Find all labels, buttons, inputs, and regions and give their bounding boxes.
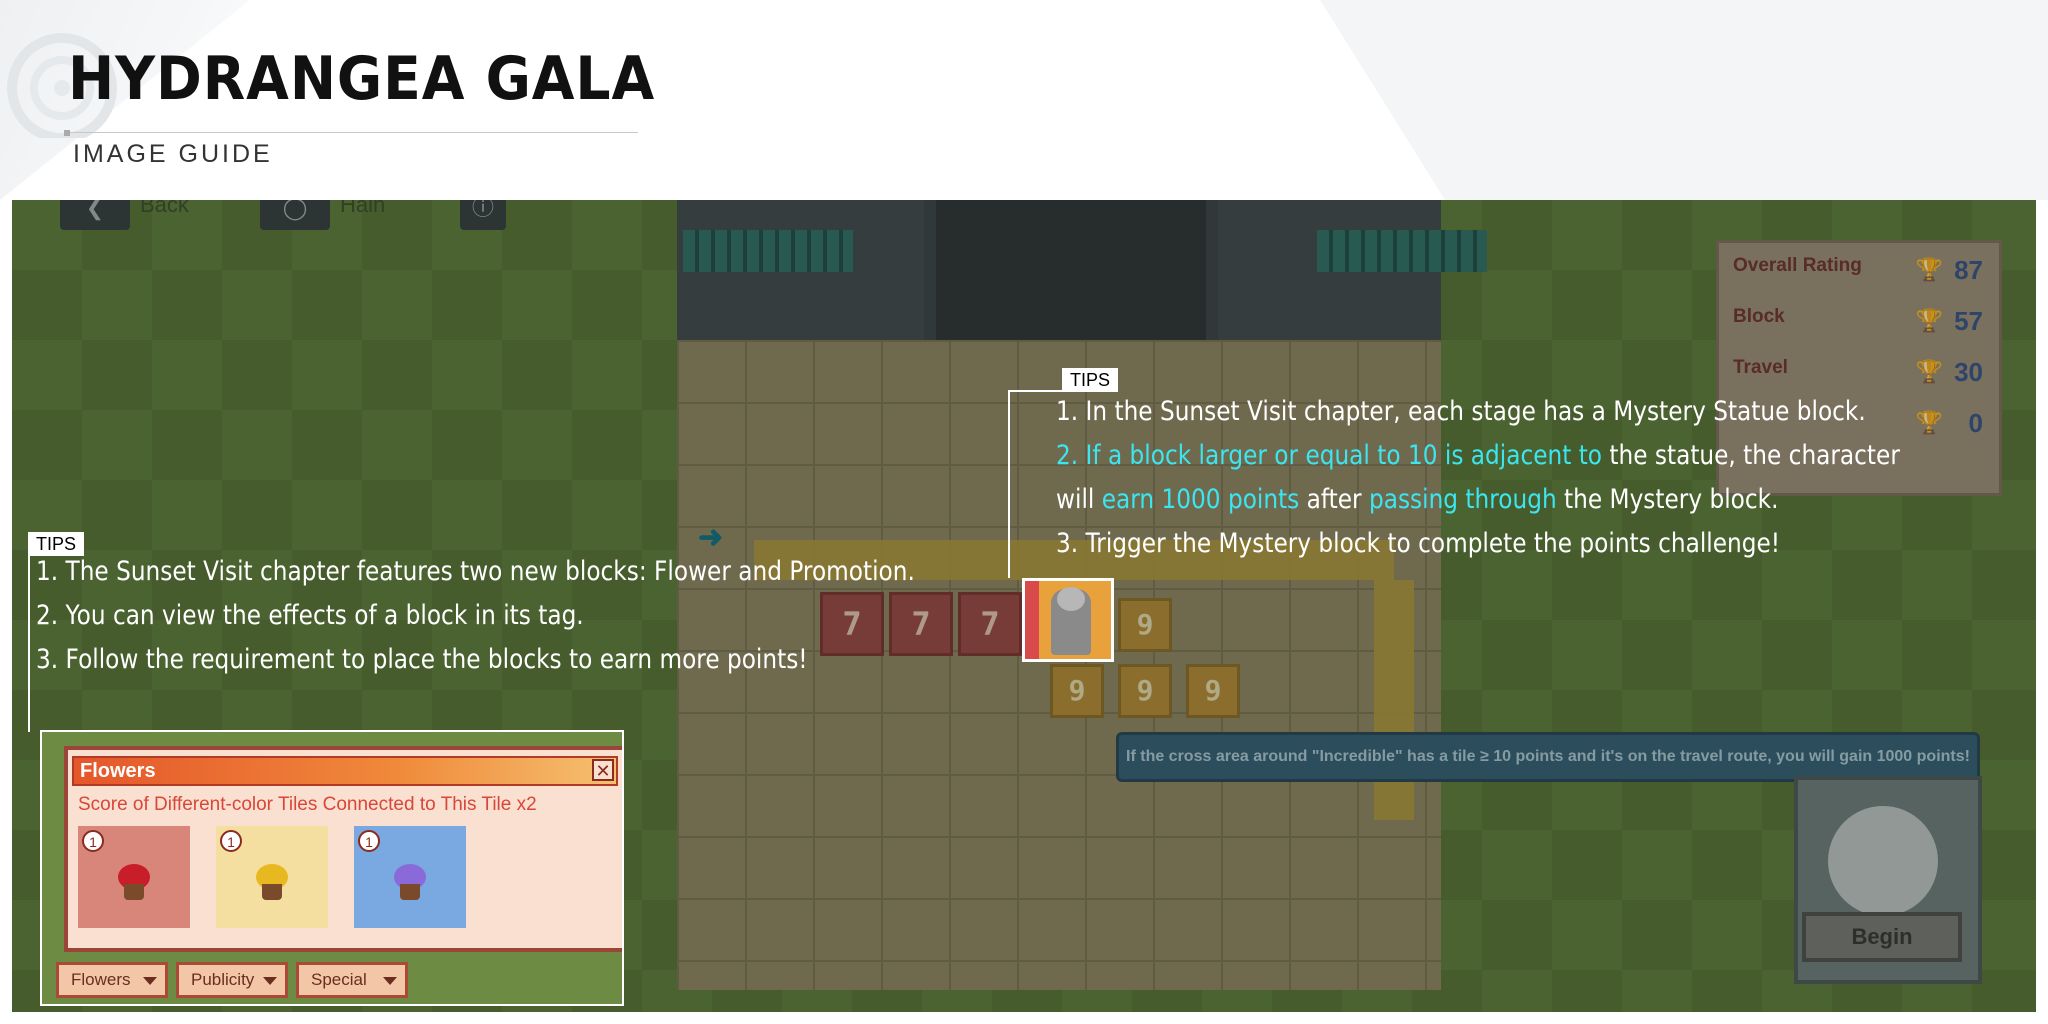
header-decor-right (1320, 0, 2048, 200)
tip-highlight: earn 1000 points (1101, 484, 1300, 515)
statue-head (1057, 587, 1085, 611)
tip-text-span: will (1056, 484, 1102, 515)
flower-panel-titlebar: Flowers ✕ (72, 756, 618, 786)
flower-card-blue[interactable]: 1 (354, 826, 466, 928)
tips-connector-right-h (1008, 390, 1064, 392)
close-icon[interactable]: ✕ (592, 759, 614, 781)
page-title: HYDRANGEA GALA (68, 44, 656, 114)
tip-line: 2. You can view the effects of a block i… (36, 600, 584, 631)
tip-highlight: passing through (1368, 484, 1557, 515)
tips-label-right: TIPS (1062, 368, 1119, 392)
flower-pot-icon (400, 884, 420, 900)
count-badge: 1 (82, 830, 104, 852)
tips-label-left: TIPS (28, 532, 85, 556)
flower-pot-icon (262, 884, 282, 900)
count-badge: 1 (220, 830, 242, 852)
count-badge: 1 (358, 830, 380, 852)
tab-publicity[interactable]: Publicity (176, 962, 288, 998)
flower-pot-icon (124, 884, 144, 900)
tip-text-span: after (1299, 484, 1369, 515)
title-divider-dot (64, 130, 70, 136)
flower-panel-description: Score of Different-color Tiles Connected… (78, 794, 537, 815)
tip-line: 3. Follow the requirement to place the b… (36, 644, 808, 675)
tips-connector-left (28, 556, 30, 732)
tip-highlight: 2. If a block larger or equal to 10 is a… (1056, 440, 1603, 471)
tips-connector-right-v (1008, 390, 1010, 578)
chevron-down-icon (143, 977, 157, 985)
tip-text-span: the Mystery block. (1556, 484, 1779, 515)
flower-card-red[interactable]: 1 (78, 826, 190, 928)
tip-line: 1. The Sunset Visit chapter features two… (36, 556, 915, 587)
tip-text-span: the statue, the character (1602, 440, 1900, 471)
tip-line: 2. If a block larger or equal to 10 is a… (1056, 440, 1900, 471)
tab-label: Flowers (71, 970, 131, 989)
guide-header: HYDRANGEA GALA IMAGE GUIDE (0, 0, 2048, 200)
flower-panel-highlight: Flowers ✕ Score of Different-color Tiles… (40, 730, 624, 1006)
tab-flowers[interactable]: Flowers (56, 962, 168, 998)
tip-line: 3. Trigger the Mystery block to complete… (1056, 528, 1781, 559)
statue-red-edge (1025, 581, 1039, 659)
chevron-down-icon (263, 977, 277, 985)
title-divider (64, 132, 638, 133)
tab-label: Publicity (191, 970, 255, 989)
tab-special[interactable]: Special (296, 962, 408, 998)
flower-card-yellow[interactable]: 1 (216, 826, 328, 928)
flower-tag-panel: Flowers ✕ Score of Different-color Tiles… (64, 746, 622, 952)
tab-label: Special (311, 970, 367, 989)
chevron-down-icon (383, 977, 397, 985)
tip-line: 1. In the Sunset Visit chapter, each sta… (1056, 396, 1866, 427)
flower-panel-title: Flowers (80, 760, 156, 782)
tip-line: will earn 1000 points after passing thro… (1056, 484, 1778, 515)
mystery-statue-highlight[interactable] (1022, 578, 1114, 662)
page-subtitle: IMAGE GUIDE (73, 140, 273, 168)
